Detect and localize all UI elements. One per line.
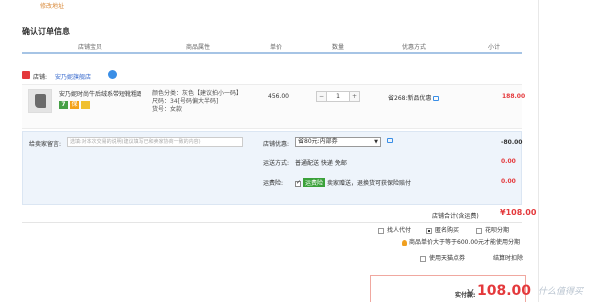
insurance-tag: 运费险	[303, 178, 326, 187]
shop-icon	[22, 71, 30, 79]
anonymous-label: 匿名购买	[435, 227, 460, 234]
quantity-decrease-button[interactable]: −	[317, 92, 327, 101]
attr-color: 颜色分类：灰色【建议拍小一码】	[152, 90, 243, 97]
column-header-item: 店铺宝贝	[78, 44, 103, 51]
shop-label: 店铺:	[33, 74, 48, 81]
store-total-value: ¥108.00	[500, 208, 537, 217]
product-title-link[interactable]: 安乃妮时尚牛后绒系带短靴粗跟...	[59, 90, 141, 99]
page-right-divider	[538, 0, 539, 302]
installment-notice: 商品单价大于等于600.00元才能使用分期	[402, 237, 520, 246]
anonymous-option[interactable]: 匿名购买	[426, 225, 459, 234]
store-total-row: 店铺合计(含运费) ¥108.00	[22, 207, 536, 223]
edit-address-link[interactable]: 修改地址	[40, 1, 64, 10]
store-promo-amount: -80.00	[501, 139, 523, 146]
tmall-coupon-row: 使用天猫点券 结算时扣除	[420, 253, 523, 262]
shop-name-link[interactable]: 安乃妮旗舰店	[55, 72, 91, 81]
insurance-text: 卖家赠送，退换货可获保险赔付	[327, 180, 412, 187]
column-header-attributes: 商品属性	[186, 44, 211, 51]
column-header-subtotal: 小计	[488, 44, 501, 51]
quantity-increase-button[interactable]: +	[349, 92, 359, 101]
order-options-panel: 给卖家留言: 选填:对本次交易的说明(建议填写已和卖家协商一致的内容) 店铺优惠…	[22, 131, 522, 205]
seven-day-return-icon: 7	[59, 101, 68, 109]
final-payment-value: 108.00	[477, 283, 532, 299]
quantity-input[interactable]: 1	[327, 92, 349, 101]
seller-message-input[interactable]: 选填:对本次交易的说明(建议填写已和卖家协商一致的内容)	[67, 137, 243, 147]
tmall-coupon-label: 使用天猫点券	[429, 255, 466, 262]
unit-price: 456.00	[268, 93, 289, 100]
store-total-label: 店铺合计(含运费)	[432, 213, 479, 220]
attr-stock: 货号：女款	[152, 106, 183, 113]
store-promo-selected: 省80元:内部券	[298, 138, 338, 145]
insurance-label: 运费险:	[263, 180, 284, 187]
order-item-row: 安乃妮时尚牛后绒系带短靴粗跟... 7 保 颜色分类：灰色【建议拍小一码】 尺码…	[22, 84, 526, 129]
item-subtotal: 188.00	[502, 93, 526, 100]
item-promo-text: 省268:新品优惠	[388, 95, 432, 102]
attr-size: 尺码：34[号码偏大半码]	[152, 98, 219, 105]
pay-later-option[interactable]: 花呗分期	[476, 225, 509, 234]
product-thumbnail[interactable]	[28, 89, 52, 113]
insurance-checkbox[interactable]	[295, 179, 301, 187]
quantity-stepper: − 1 +	[316, 91, 360, 102]
insurance-amount: 0.00	[501, 178, 516, 185]
column-header-row: 店铺宝贝 商品属性 单价 数量 优惠方式 小计	[22, 40, 522, 54]
column-header-promo: 优惠方式	[402, 44, 427, 51]
pay-later-checkbox[interactable]	[476, 227, 482, 234]
bulb-icon	[402, 239, 407, 246]
final-currency: ¥	[467, 287, 474, 300]
shipping-value: 普通配送 快递 免邮	[295, 160, 347, 167]
store-promo-label: 店铺优惠:	[263, 141, 290, 148]
pay-later-label: 花呗分期	[485, 227, 510, 234]
guarantee-badge-icon: 保	[70, 101, 79, 109]
dropdown-arrow-icon: ▼	[374, 139, 378, 145]
installment-notice-text: 商品单价大于等于600.00元才能使用分期	[409, 239, 520, 246]
proxy-pay-checkbox[interactable]	[378, 227, 384, 234]
site-watermark: 什么值得买	[538, 287, 584, 297]
insurance-row: 运费险卖家赠送，退换货可获保险赔付	[295, 178, 411, 187]
proxy-pay-option[interactable]: 找人代付	[378, 225, 411, 234]
service-badge-icon	[81, 101, 90, 109]
message-label: 给卖家留言:	[29, 141, 62, 148]
tmall-coupon-checkbox[interactable]	[420, 255, 426, 262]
shipping-label: 运送方式:	[263, 160, 290, 167]
shipping-amount: 0.00	[501, 158, 516, 165]
promo-info-icon[interactable]	[433, 96, 440, 101]
final-payment-box: 实付款: ¥ 108.00	[370, 275, 531, 302]
page-title: 确认订单信息	[22, 27, 70, 36]
settle-text: 结算时扣除	[492, 255, 523, 262]
item-promo: 省268:新品优惠	[388, 93, 440, 102]
column-header-quantity: 数量	[332, 44, 345, 51]
chat-wangwang-icon[interactable]	[108, 70, 117, 79]
store-promo-select[interactable]: 省80元:内部券 ▼	[295, 137, 381, 147]
column-header-unit-price: 单价	[270, 44, 283, 51]
anonymous-checkbox[interactable]	[426, 227, 432, 234]
proxy-pay-label: 找人代付	[387, 227, 412, 234]
store-promo-info-icon[interactable]	[387, 138, 393, 143]
